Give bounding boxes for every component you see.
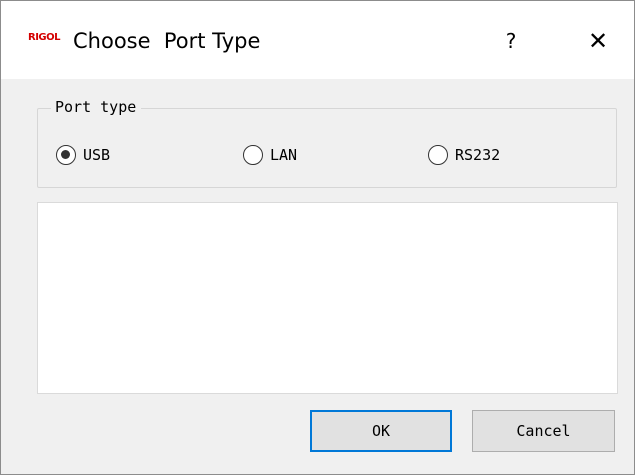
port-type-legend: Port type [51, 96, 142, 118]
app-logo-icon: RIGOL [28, 32, 61, 43]
title-bar[interactable]: RIGOL Choose Port Type ? ✕ [1, 1, 634, 79]
radio-lan-label[interactable]: LAN [270, 143, 297, 167]
radio-selected-dot [61, 150, 70, 159]
radio-usb-circle[interactable] [56, 145, 76, 165]
dialog-title: Choose Port Type [73, 29, 261, 53]
radio-usb[interactable]: USB [56, 143, 110, 167]
port-type-group [37, 108, 617, 188]
ok-button[interactable]: OK [310, 410, 452, 452]
choose-port-type-dialog: RIGOL Choose Port Type ? ✕ Port type USB… [0, 0, 635, 475]
radio-lan-circle[interactable] [243, 145, 263, 165]
radio-rs232-circle[interactable] [428, 145, 448, 165]
radio-lan[interactable]: LAN [243, 143, 297, 167]
radio-rs232[interactable]: RS232 [428, 143, 500, 167]
close-button[interactable]: ✕ [577, 23, 619, 59]
device-list-box[interactable] [37, 202, 618, 394]
radio-usb-label[interactable]: USB [83, 143, 110, 167]
radio-rs232-label[interactable]: RS232 [455, 143, 500, 167]
cancel-button[interactable]: Cancel [472, 410, 615, 452]
help-button[interactable]: ? [491, 23, 531, 59]
